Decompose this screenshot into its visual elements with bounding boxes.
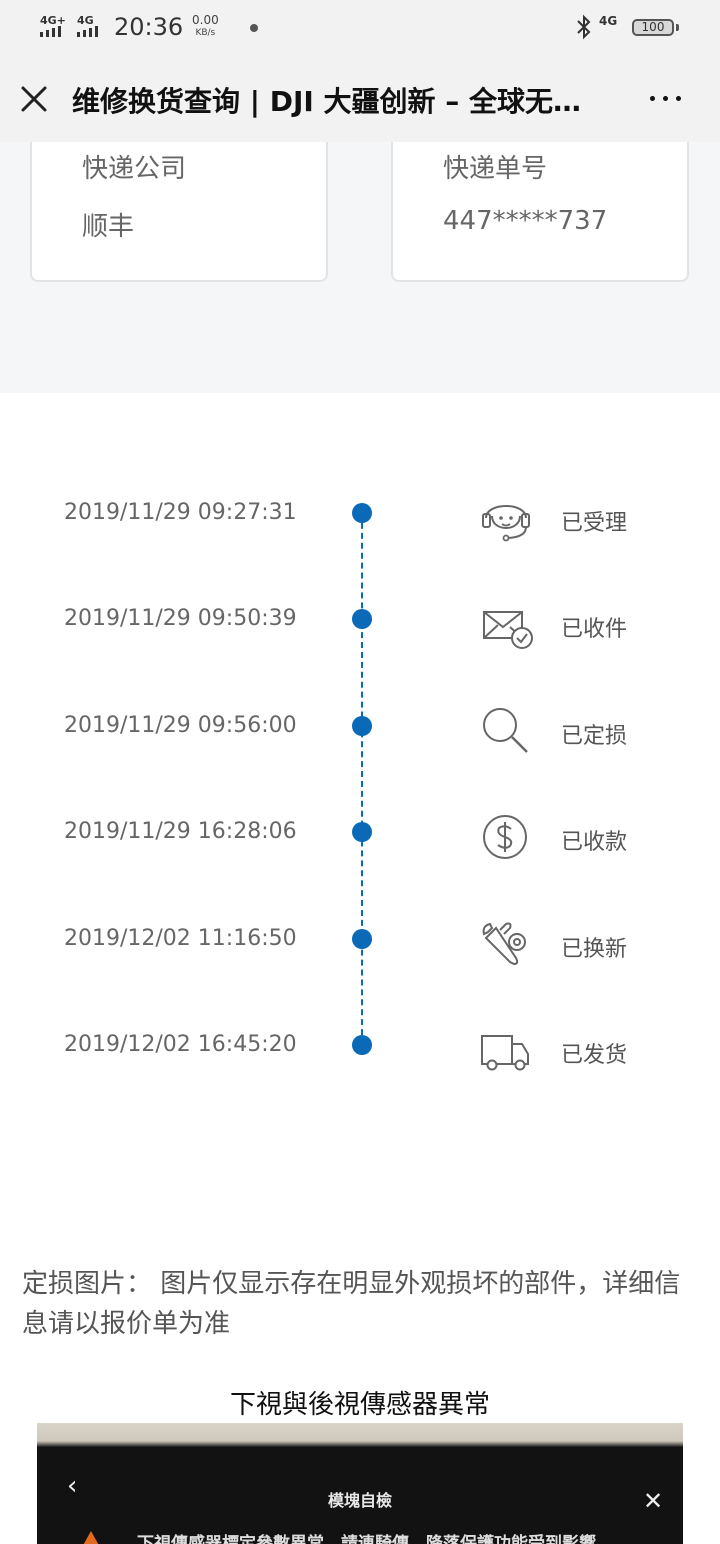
close-icon[interactable] bbox=[20, 85, 48, 113]
timeline-dot bbox=[352, 929, 372, 949]
tracking-number-card: 快递单号 447*****737 bbox=[391, 142, 689, 282]
signal-bars-1-icon bbox=[40, 26, 61, 37]
clock: 20:36 bbox=[114, 13, 184, 41]
status-bar: 4G+ 4G 20:36 0.00 KB/s 4G 100 bbox=[0, 0, 720, 56]
courier-company-card: 快递公司 顺丰 bbox=[30, 142, 328, 282]
timeline-label: 已受理 bbox=[561, 511, 628, 536]
signal-bars-2-icon bbox=[77, 26, 98, 37]
timeline-dot bbox=[352, 503, 372, 523]
timeline-dot bbox=[352, 609, 372, 629]
warning-icon bbox=[81, 1531, 101, 1544]
mail-received-icon bbox=[483, 611, 533, 649]
more-options-icon[interactable] bbox=[650, 96, 681, 101]
tracking-number-label: 快递单号 bbox=[443, 154, 548, 184]
timeline-label: 已收款 bbox=[561, 830, 628, 855]
network-speed-value: 0.00 bbox=[192, 13, 219, 27]
timeline-label: 已定损 bbox=[561, 724, 628, 749]
photo-title: 模塊自檢 bbox=[327, 1491, 392, 1510]
timeline-time: 2019/11/29 09:50:39 bbox=[64, 606, 297, 631]
timeline-dot bbox=[352, 1035, 372, 1055]
damage-photo-note: 定损图片： 图片仅显示存在明显外观损坏的部件，详细信息请以报价单为准 bbox=[22, 1269, 681, 1339]
delivery-truck-icon bbox=[481, 1035, 529, 1071]
courier-company-label: 快递公司 bbox=[82, 154, 187, 184]
damage-photo-caption: 下視與後視傳感器異常 bbox=[229, 1390, 490, 1420]
timeline-dot bbox=[352, 716, 372, 736]
timeline-line bbox=[361, 513, 363, 1045]
bluetooth-icon bbox=[577, 14, 591, 40]
repair-tools-icon bbox=[482, 922, 526, 966]
notification-dot-icon bbox=[250, 24, 258, 32]
timeline-time: 2019/12/02 11:16:50 bbox=[64, 926, 297, 951]
timeline-time: 2019/11/29 09:27:31 bbox=[64, 500, 297, 525]
signal-type-3: 4G bbox=[599, 14, 618, 28]
photo-warning-text: 下視傳感器標定參數異常，請連騎傳，降落保護功能受到影響 bbox=[137, 1534, 596, 1544]
title-bar: 维修换货查询 | DJI 大疆创新 – 全球无… bbox=[0, 56, 720, 142]
magnifier-icon bbox=[483, 708, 528, 753]
network-speed-unit: KB/s bbox=[195, 28, 216, 38]
dollar-icon bbox=[483, 815, 527, 859]
tracking-number-value: 447*****737 bbox=[443, 206, 608, 236]
photo-close-icon: ✕ bbox=[643, 1487, 664, 1515]
customer-service-icon bbox=[482, 505, 530, 542]
damage-photo[interactable]: ‹ 模塊自檢 ✕ 下視傳感器標定參數異常，請連騎傳，降落保護功能受到影響 bbox=[37, 1423, 683, 1544]
timeline-time: 2019/12/02 16:45:20 bbox=[64, 1032, 297, 1057]
timeline-time: 2019/11/29 09:56:00 bbox=[64, 713, 297, 738]
page-title: 维修换货查询 | DJI 大疆创新 – 全球无… bbox=[72, 85, 582, 118]
timeline-label: 已换新 bbox=[561, 937, 628, 962]
timeline-time: 2019/11/29 16:28:06 bbox=[64, 819, 297, 844]
courier-company-value: 顺丰 bbox=[82, 212, 135, 242]
timeline-dot bbox=[352, 822, 372, 842]
battery-icon: 100 bbox=[632, 19, 674, 36]
battery-cap bbox=[676, 24, 679, 31]
network-speed: 0.00 KB/s bbox=[192, 14, 219, 40]
timeline-label: 已发货 bbox=[561, 1043, 628, 1068]
timeline-label: 已收件 bbox=[561, 617, 628, 642]
